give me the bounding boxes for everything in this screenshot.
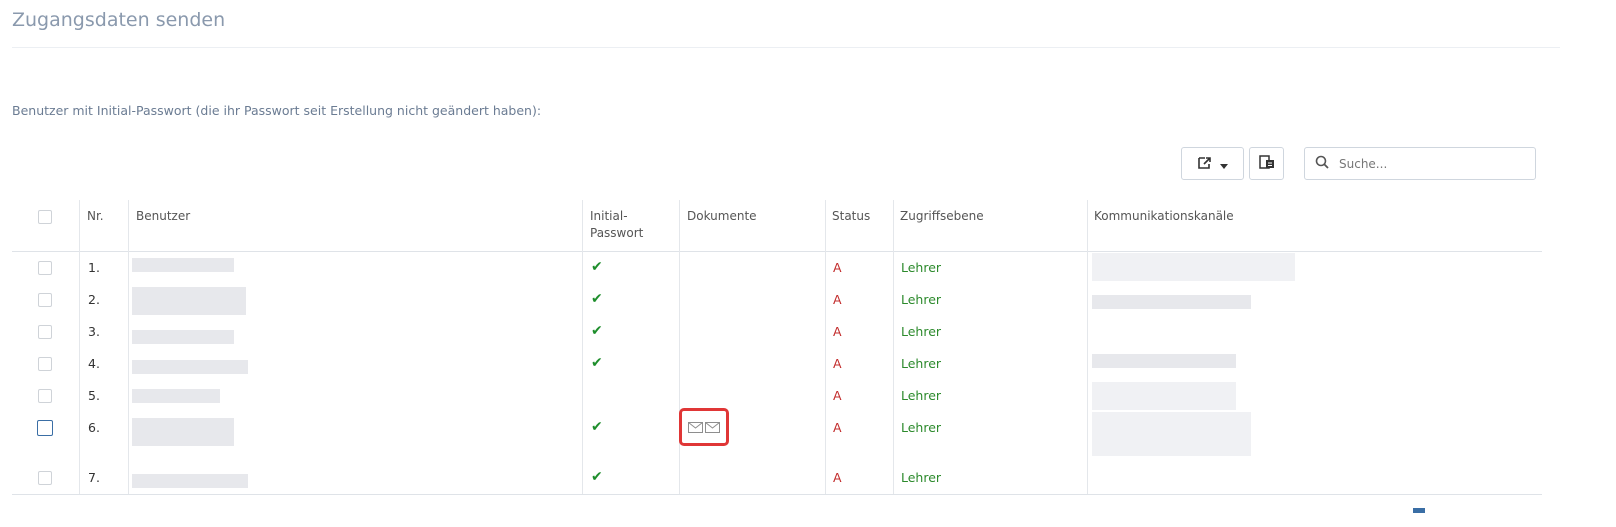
search-icon — [1315, 154, 1329, 173]
initial-password-check-icon: ✔ — [591, 469, 603, 485]
column-header-benutzer[interactable]: Benutzer — [129, 200, 190, 251]
channels-redacted — [1092, 295, 1251, 309]
initial-password-check-icon: ✔ — [591, 259, 603, 275]
column-divider — [893, 200, 894, 494]
documents-highlight[interactable] — [679, 408, 729, 446]
row-checkbox[interactable] — [37, 420, 53, 436]
page-title: Zugangsdaten senden — [12, 9, 226, 31]
column-divider — [79, 200, 80, 494]
row-number: 1. — [88, 260, 100, 275]
row-checkbox[interactable] — [38, 325, 52, 339]
access-level: Lehrer — [901, 356, 942, 371]
column-divider — [825, 200, 826, 494]
column-header-initial-line1: Initial- — [590, 209, 628, 223]
channels-redacted — [1092, 412, 1251, 456]
title-divider — [12, 47, 1560, 48]
chevron-down-icon — [1219, 154, 1228, 173]
column-divider — [128, 200, 129, 494]
status-value: A — [833, 292, 842, 307]
select-all-checkbox[interactable] — [38, 210, 52, 224]
row-checkbox[interactable] — [38, 471, 52, 485]
status-value: A — [833, 470, 842, 485]
access-level: Lehrer — [901, 470, 942, 485]
search-box[interactable] — [1304, 147, 1536, 180]
status-value: A — [833, 324, 842, 339]
row-checkbox[interactable] — [38, 389, 52, 403]
status-value: A — [833, 356, 842, 371]
column-header-zugriffsebene[interactable]: Zugriffsebene — [893, 200, 984, 251]
initial-password-check-icon: ✔ — [591, 355, 603, 371]
initial-password-check-icon: ✔ — [591, 291, 603, 307]
status-value: A — [833, 420, 842, 435]
table-header: Nr. Benutzer Initial- Passwort Dokumente… — [12, 200, 1542, 252]
column-header-initial-line2: Passwort — [590, 226, 644, 240]
row-checkbox[interactable] — [38, 261, 52, 275]
column-header-status[interactable]: Status — [825, 200, 870, 251]
user-name-redacted — [132, 474, 248, 488]
access-level: Lehrer — [901, 292, 942, 307]
channels-redacted — [1092, 354, 1236, 368]
columns-icon — [1258, 154, 1275, 173]
user-name-redacted — [132, 287, 246, 315]
access-level: Lehrer — [901, 388, 942, 403]
user-name-redacted — [132, 418, 234, 446]
status-value: A — [833, 388, 842, 403]
status-value: A — [833, 260, 842, 275]
row-number: 6. — [88, 420, 100, 435]
table-bottom-divider — [12, 494, 1542, 495]
user-name-redacted — [132, 360, 248, 374]
footer-control-partial[interactable] — [1413, 508, 1425, 513]
envelope-icon[interactable] — [705, 418, 720, 437]
user-name-redacted — [132, 258, 234, 272]
row-number: 4. — [88, 356, 100, 371]
access-level: Lehrer — [901, 324, 942, 339]
row-checkbox[interactable] — [38, 357, 52, 371]
column-header-dokumente[interactable]: Dokumente — [680, 200, 757, 251]
initial-password-check-icon: ✔ — [591, 323, 603, 339]
column-toggle-button[interactable] — [1249, 147, 1284, 180]
column-header-nr[interactable]: Nr. — [80, 200, 104, 251]
column-divider — [679, 200, 680, 494]
column-header-initial-passwort[interactable]: Initial- Passwort — [583, 200, 643, 251]
row-checkbox[interactable] — [38, 293, 52, 307]
row-number: 3. — [88, 324, 100, 339]
row-number: 7. — [88, 470, 100, 485]
channels-redacted — [1092, 382, 1236, 410]
initial-password-check-icon: ✔ — [591, 419, 603, 435]
user-name-redacted — [132, 330, 234, 344]
export-button[interactable] — [1181, 147, 1244, 180]
column-header-kommunikationskanaele[interactable]: Kommunikationskanäle — [1087, 200, 1234, 251]
channels-redacted — [1092, 253, 1295, 281]
column-divider — [582, 200, 583, 494]
table-description: Benutzer mit Initial-Passwort (die ihr P… — [12, 103, 542, 118]
row-number: 5. — [88, 388, 100, 403]
export-icon — [1197, 154, 1212, 173]
user-name-redacted — [132, 389, 220, 403]
search-input[interactable] — [1337, 155, 1531, 172]
column-divider — [1087, 200, 1088, 494]
row-number: 2. — [88, 292, 100, 307]
access-level: Lehrer — [901, 260, 942, 275]
envelope-icon[interactable] — [688, 418, 703, 437]
access-level: Lehrer — [901, 420, 942, 435]
